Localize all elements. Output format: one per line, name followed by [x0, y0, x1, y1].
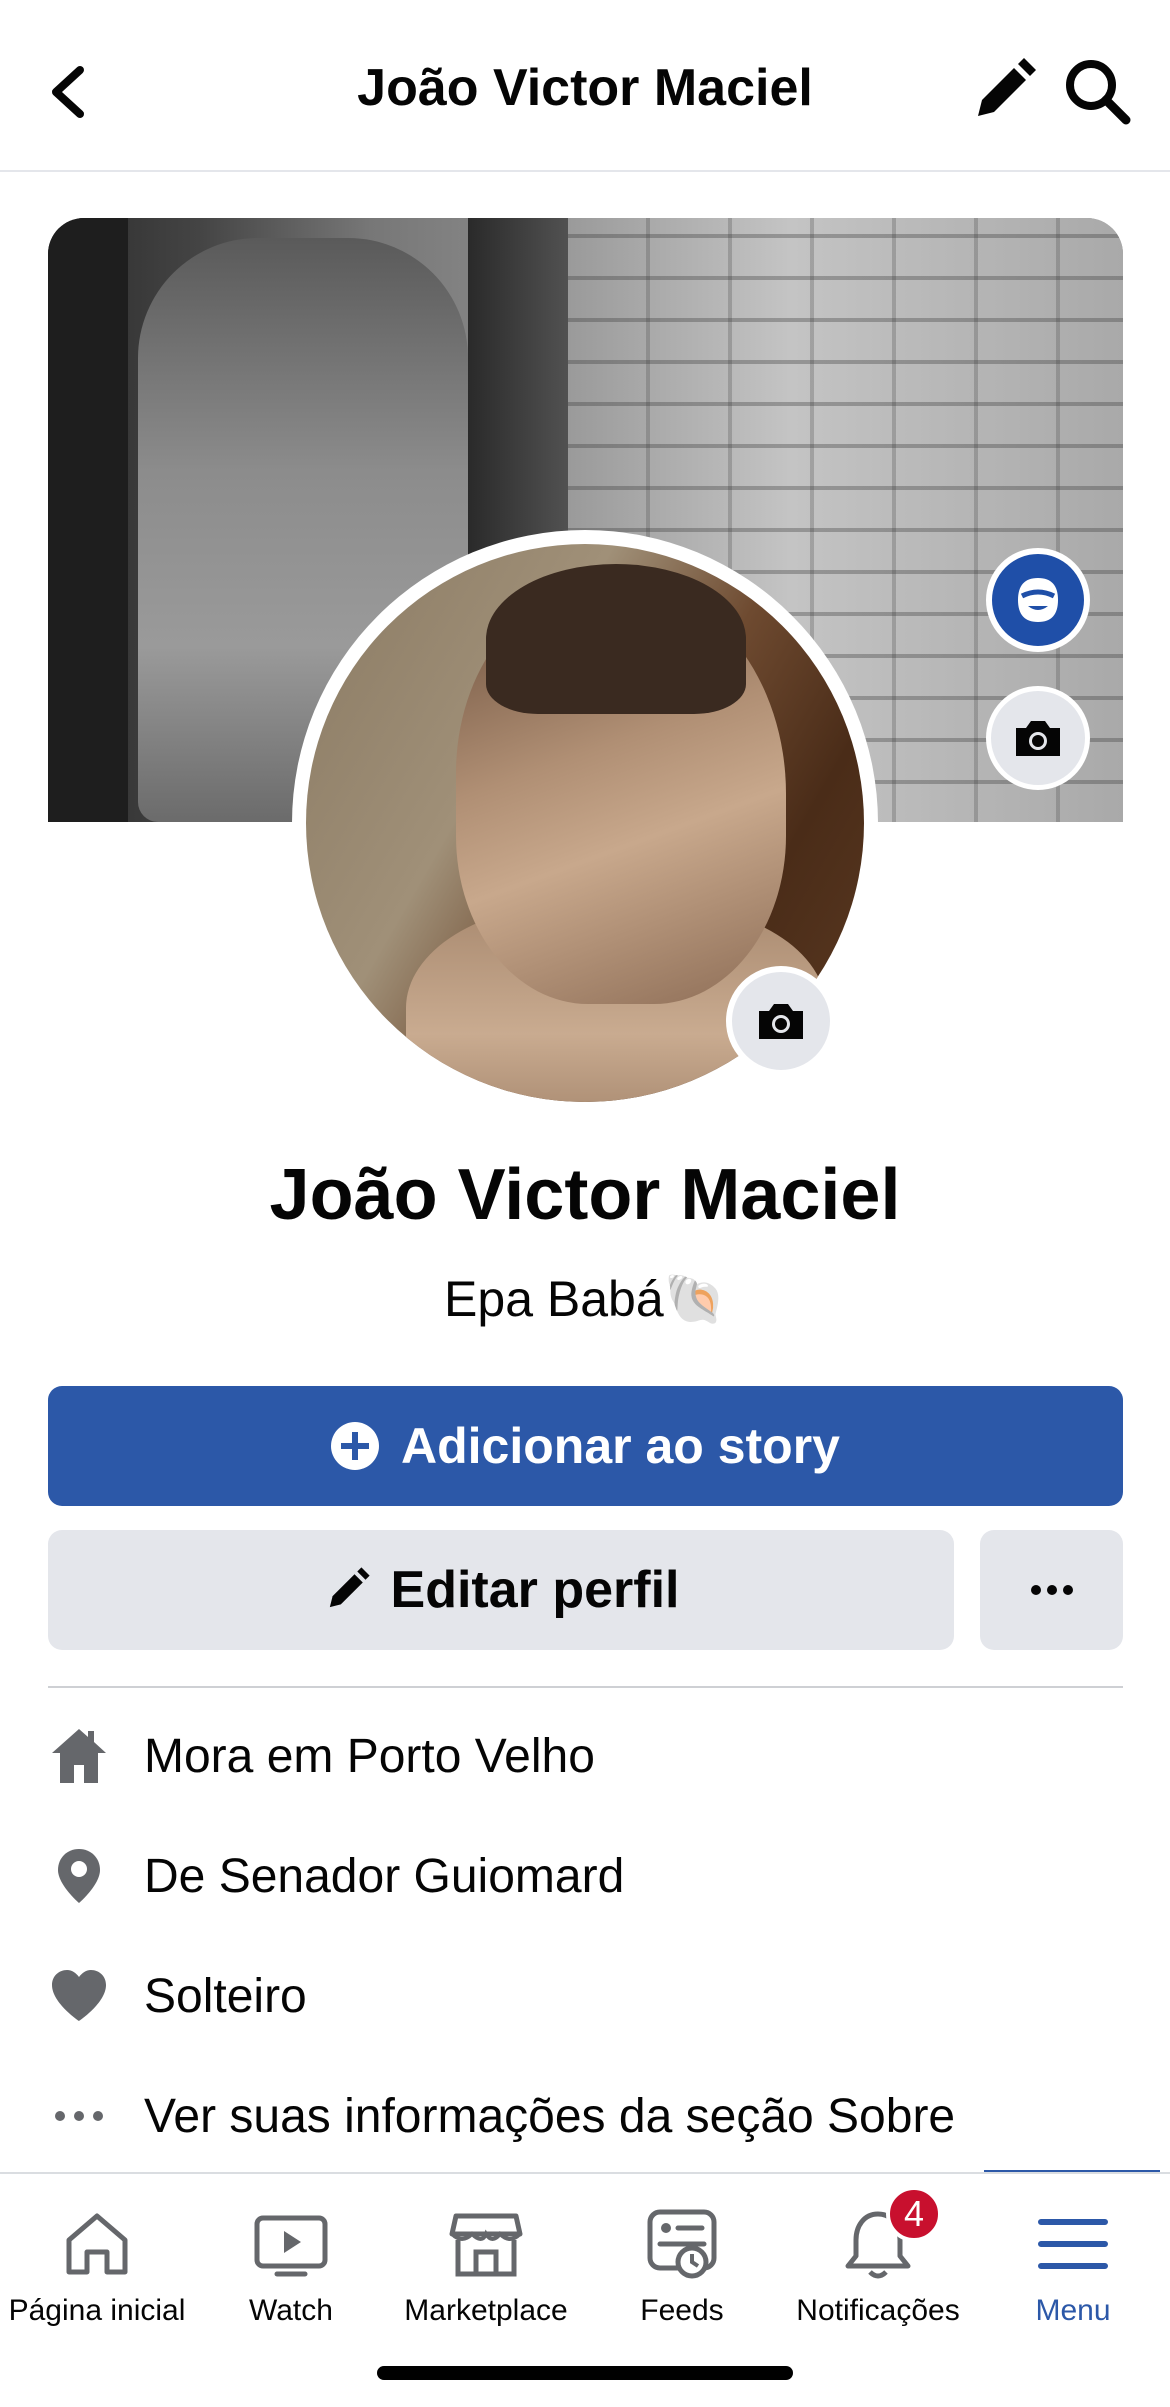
edit-profile-picture-button[interactable]: [726, 966, 836, 1076]
tab-label: Página inicial: [8, 2294, 186, 2327]
info-value-relationship: Solteiro: [144, 1969, 307, 2023]
tab-feeds[interactable]: Feeds: [584, 2174, 780, 2354]
info-row-current-city: Mora em Porto Velho: [48, 1716, 1123, 1796]
info-row-relationship: Solteiro: [48, 1956, 1123, 2036]
avatar-icon: [1018, 578, 1058, 622]
location-pin-icon: [48, 1845, 110, 1907]
tab-marketplace[interactable]: Marketplace: [388, 2174, 584, 2354]
tab-menu[interactable]: Menu: [976, 2174, 1170, 2354]
tab-label: Marketplace: [404, 2294, 568, 2327]
info-prefix: De: [144, 1849, 219, 1903]
info-value-city[interactable]: Porto Velho: [347, 1730, 595, 1783]
tab-label: Watch: [249, 2294, 333, 2327]
edit-cover-photo-button[interactable]: [986, 686, 1090, 790]
section-divider: [48, 1686, 1123, 1688]
marketplace-icon: [446, 2204, 526, 2284]
add-to-story-label: Adicionar ao story: [401, 1418, 840, 1474]
edit-profile-button[interactable]: Editar perfil: [48, 1530, 954, 1650]
tab-label: Menu: [1035, 2294, 1111, 2327]
top-bar: João Victor Maciel: [0, 0, 1170, 172]
video-icon: [251, 2204, 331, 2284]
add-to-story-button[interactable]: Adicionar ao story: [48, 1386, 1123, 1506]
more-dots-icon: [1030, 1585, 1073, 1595]
edit-profile-label: Editar perfil: [390, 1561, 680, 1619]
home-icon: [57, 2204, 137, 2284]
more-dots-icon: [48, 2085, 110, 2147]
info-prefix: Mora em: [144, 1729, 347, 1783]
pencil-icon: [329, 1567, 370, 1608]
info-row-hometown: De Senador Guiomard: [48, 1836, 1123, 1916]
edit-button[interactable]: [968, 56, 1038, 126]
notification-badge: 4: [886, 2186, 942, 2242]
see-about-link[interactable]: Ver suas informações da seção Sobre: [144, 2090, 955, 2143]
pencil-icon: [978, 58, 1036, 116]
home-indicator: [377, 2366, 793, 2380]
menu-icon: [1033, 2204, 1113, 2284]
profile-name: João Victor Maciel: [269, 1155, 901, 1235]
tab-watch[interactable]: Watch: [194, 2174, 388, 2354]
camera-icon: [1016, 721, 1060, 756]
tab-notifications[interactable]: 4 Notificações: [780, 2174, 976, 2354]
bell-icon: 4: [838, 2186, 942, 2284]
info-value-hometown[interactable]: Senador Guiomard: [219, 1850, 625, 1903]
profile-bio: Epa Babá🐚: [444, 1271, 726, 1327]
home-icon: [48, 1725, 110, 1787]
search-icon: [1066, 60, 1131, 125]
search-button[interactable]: [1062, 56, 1132, 126]
heart-icon: [48, 1965, 110, 2027]
feeds-icon: [642, 2204, 722, 2284]
tab-home[interactable]: Página inicial: [0, 2174, 194, 2354]
info-row-see-about[interactable]: Ver suas informações da seção Sobre: [48, 2076, 1123, 2156]
camera-icon: [759, 1004, 803, 1039]
tab-label: Notificações: [796, 2294, 960, 2327]
cover-photo-door: [48, 218, 128, 822]
tab-label: Feeds: [640, 2294, 724, 2327]
plus-circle-icon: [331, 1422, 379, 1470]
avatar-button[interactable]: [986, 548, 1090, 652]
more-options-button[interactable]: [980, 1530, 1123, 1650]
